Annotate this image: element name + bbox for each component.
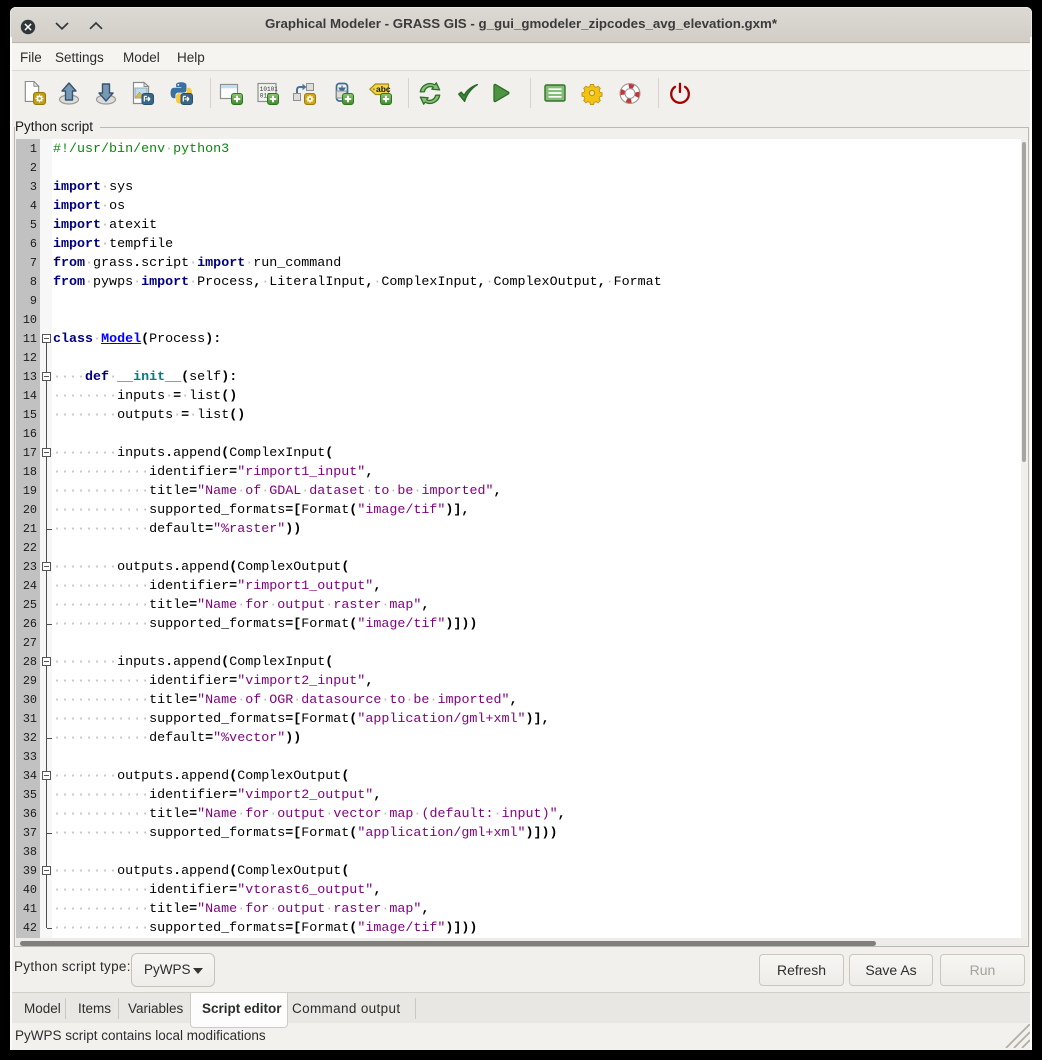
svg-text:abc: abc xyxy=(376,84,391,94)
